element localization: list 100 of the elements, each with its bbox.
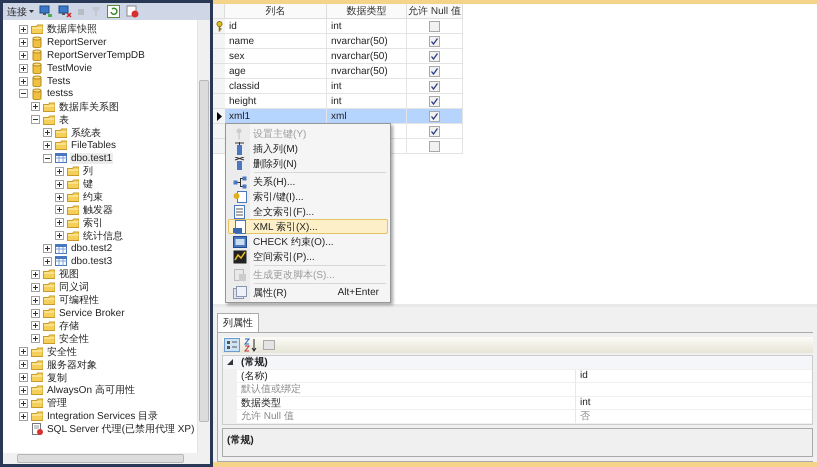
collapse-icon[interactable] (31, 115, 40, 124)
categorized-icon[interactable] (224, 338, 240, 352)
menu-item[interactable]: 插入列(M) (228, 141, 388, 156)
expand-icon[interactable] (19, 386, 28, 395)
table-cell[interactable] (407, 79, 463, 94)
table-cell[interactable]: sex (225, 49, 327, 64)
table-cell[interactable]: int (327, 79, 407, 94)
tree-item[interactable]: 列 (82, 164, 94, 178)
tree-item[interactable]: 复制 (46, 370, 68, 384)
column-header[interactable]: 数据类型 (327, 4, 407, 19)
checkbox[interactable] (429, 140, 440, 152)
expand-icon[interactable] (19, 347, 28, 356)
checkbox[interactable] (429, 20, 440, 32)
menu-item[interactable]: 全文索引(F)... (228, 204, 388, 219)
expand-icon[interactable] (19, 64, 28, 73)
table-cell[interactable]: nvarchar(50) (327, 64, 407, 79)
connect-button[interactable]: 连接 (7, 4, 34, 18)
property-name[interactable]: 数据类型 (237, 396, 576, 409)
collapse-arrow-icon[interactable] (227, 359, 233, 366)
tree-item[interactable]: 统计信息 (82, 228, 124, 243)
expand-icon[interactable] (31, 102, 40, 112)
table-cell[interactable] (407, 34, 463, 49)
tree-item[interactable]: FileTables (70, 140, 118, 151)
sort-alphabetical-icon[interactable] (244, 338, 258, 352)
table-cell[interactable]: nvarchar(50) (327, 34, 407, 49)
checkbox[interactable] (429, 126, 440, 136)
tree-item[interactable]: 数据库快照 (46, 22, 98, 36)
expand-icon[interactable] (31, 334, 40, 344)
tree-item[interactable]: 安全性 (58, 332, 90, 346)
tree-item[interactable]: 安全性 (46, 344, 78, 359)
expand-icon[interactable] (55, 218, 64, 228)
expand-icon[interactable] (19, 24, 28, 34)
table-cell[interactable]: int (327, 19, 407, 34)
checkbox[interactable] (429, 36, 440, 46)
refresh-icon[interactable] (107, 5, 120, 18)
tree-item[interactable]: dbo.test1 (70, 152, 114, 164)
tree-item[interactable]: 约束 (82, 190, 104, 204)
expand-icon[interactable] (19, 372, 28, 382)
tree-item[interactable]: 触发器 (82, 202, 114, 217)
tree-item[interactable]: AlwaysOn 高可用性 (46, 383, 136, 398)
tree-item[interactable]: dbo.test2 (70, 243, 114, 254)
tree-item[interactable]: 管理 (46, 396, 68, 410)
table-cell[interactable] (407, 139, 463, 154)
expand-icon[interactable] (19, 50, 28, 60)
expand-icon[interactable] (31, 282, 40, 292)
table-cell[interactable] (407, 19, 463, 34)
expand-icon[interactable] (19, 38, 28, 47)
expand-icon[interactable] (55, 180, 64, 189)
column-header[interactable]: 列名 (225, 4, 327, 19)
expand-icon[interactable] (31, 296, 40, 305)
table-cell[interactable]: name (225, 34, 327, 49)
expand-icon[interactable] (19, 412, 28, 421)
table-cell[interactable]: classid (225, 79, 327, 94)
menu-item[interactable]: CHECK 约束(O)... (228, 234, 388, 249)
property-name[interactable]: (名称) (237, 370, 576, 382)
expand-icon[interactable] (55, 166, 64, 176)
table-cell[interactable]: xml (327, 109, 407, 124)
collapse-icon[interactable] (19, 89, 28, 98)
tree-item[interactable]: 可编程性 (58, 293, 100, 308)
tree-item[interactable]: 服务器对象 (46, 358, 98, 372)
tree-item[interactable]: 数据库关系图 (58, 100, 120, 114)
tree-item[interactable]: 同义词 (58, 280, 90, 294)
table-cell[interactable] (407, 124, 463, 139)
vertical-scrollbar[interactable] (197, 20, 210, 453)
checkbox[interactable] (429, 66, 440, 76)
tree-item[interactable]: 表 (58, 112, 70, 127)
expand-icon[interactable] (43, 256, 52, 266)
tree-item[interactable]: 键 (82, 177, 94, 192)
menu-item[interactable]: 删除列(N) (228, 156, 388, 171)
table-cell[interactable] (407, 64, 463, 79)
expand-icon[interactable] (31, 321, 40, 330)
menu-item[interactable]: 空间索引(P)... (228, 249, 388, 264)
table-cell[interactable]: xml1 (225, 109, 327, 124)
tree-item[interactable]: 系统表 (70, 126, 102, 140)
expand-icon[interactable] (19, 76, 28, 86)
expand-icon[interactable] (31, 270, 40, 279)
tree-item[interactable]: 存储 (58, 318, 80, 333)
menu-item[interactable]: XML 索引(X)... (228, 219, 388, 234)
expand-icon[interactable] (43, 140, 52, 150)
activity-monitor-icon[interactable] (125, 5, 139, 18)
expand-icon[interactable] (31, 308, 40, 318)
expand-icon[interactable] (19, 360, 28, 370)
horizontal-scrollbar[interactable] (3, 453, 210, 464)
column-header[interactable]: 允许 Null 值 (407, 4, 463, 19)
tree-item[interactable]: ReportServer (46, 36, 108, 48)
tree-item[interactable]: SQL Server 代理(已禁用代理 XP) (46, 422, 196, 436)
table-cell[interactable] (407, 109, 463, 124)
tree-item[interactable]: dbo.test3 (70, 256, 114, 267)
collapse-icon[interactable] (43, 154, 52, 163)
property-value[interactable]: id (576, 370, 812, 382)
table-cell[interactable]: age (225, 64, 327, 79)
expand-icon[interactable] (55, 231, 64, 240)
menu-item[interactable]: 关系(H)... (228, 174, 388, 189)
disconnect-icon[interactable] (58, 5, 72, 18)
expand-icon[interactable] (43, 128, 52, 138)
checkbox[interactable] (429, 110, 440, 122)
checkbox[interactable] (429, 96, 440, 106)
expand-icon[interactable] (55, 205, 64, 214)
row-header[interactable] (213, 109, 225, 124)
tree-item[interactable]: ReportServerTempDB (46, 50, 146, 61)
